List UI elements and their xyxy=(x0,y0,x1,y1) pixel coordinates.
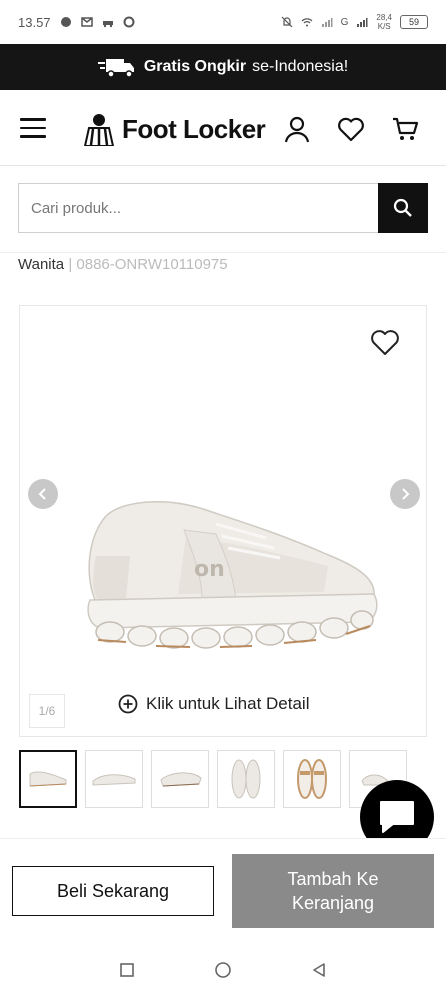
purchase-action-bar: Beli Sekarang Tambah Ke Keranjang xyxy=(0,838,446,940)
chat-bubble-icon xyxy=(380,801,414,833)
buy-now-button[interactable]: Beli Sekarang xyxy=(12,866,214,916)
mute-bell-icon xyxy=(281,16,293,28)
wifi-icon xyxy=(301,18,313,27)
sync-icon xyxy=(123,16,135,28)
promo-bold-text: Gratis Ongkir xyxy=(143,58,247,75)
plus-circle-icon xyxy=(118,694,138,714)
gallery-prev-button[interactable] xyxy=(28,479,58,509)
thumbnail-shoe-angle xyxy=(160,772,202,787)
view-detail-label: Klik untuk Lihat Detail xyxy=(146,694,310,713)
thumbnail-3[interactable] xyxy=(151,750,209,808)
gallery-next-button[interactable] xyxy=(390,479,420,509)
add-to-cart-button[interactable]: Tambah Ke Keranjang xyxy=(232,854,434,928)
search-icon xyxy=(393,198,412,217)
network-speed-value: 28,4 xyxy=(376,13,392,22)
referee-logo-icon xyxy=(83,114,115,146)
thumbnail-2[interactable] xyxy=(85,750,143,808)
product-meta: Wanita | 0886-ONRW10110975 xyxy=(18,256,228,273)
home-icon[interactable] xyxy=(214,961,232,979)
gallery-counter: 1/6 xyxy=(29,694,65,728)
status-time: 13.57 xyxy=(18,14,51,30)
thumbnail-shoe-side-2 xyxy=(92,774,136,786)
thumbnail-shoe-side xyxy=(29,771,67,787)
product-sku: 0886-ONRW10110975 xyxy=(76,256,228,273)
car-icon xyxy=(102,21,113,28)
chevron-right-icon xyxy=(402,488,410,500)
wishlist-heart-icon[interactable] xyxy=(337,115,365,143)
add-to-wishlist-heart-icon[interactable] xyxy=(370,328,400,356)
recent-apps-icon[interactable] xyxy=(119,962,135,978)
cart-icon[interactable] xyxy=(391,115,419,143)
battery-icon: 59 xyxy=(400,15,428,29)
back-icon[interactable] xyxy=(311,962,327,978)
thumbnail-shoe-top xyxy=(231,759,261,799)
thumbnail-5[interactable] xyxy=(283,750,341,808)
network-speed: 28,4 K/S xyxy=(376,13,392,31)
promo-banner[interactable]: Gratis Ongkir se-Indonesia! xyxy=(0,44,446,90)
search-input[interactable] xyxy=(18,183,378,233)
signal-icon xyxy=(321,18,333,27)
gmail-icon xyxy=(80,17,93,27)
gallery-counter-text: 1/6 xyxy=(38,704,56,718)
battery-level: 59 xyxy=(408,17,419,27)
thumbnail-4[interactable] xyxy=(217,750,275,808)
system-navigation-bar xyxy=(0,940,446,1000)
account-icon[interactable] xyxy=(283,115,311,143)
status-bar: 13.57 G 28,4 K/S 59 xyxy=(0,0,446,44)
delivery-truck-icon xyxy=(97,59,134,78)
site-header: Foot Locker xyxy=(0,90,446,166)
network-speed-unit: K/S xyxy=(377,22,391,31)
signal-icon-2 xyxy=(357,18,368,27)
brand-logo[interactable]: Foot Locker xyxy=(80,112,266,146)
thumbnail-1[interactable] xyxy=(19,750,77,808)
meta-separator: | xyxy=(68,256,73,273)
menu-icon[interactable] xyxy=(20,118,46,138)
view-detail-link[interactable]: Klik untuk Lihat Detail xyxy=(118,694,309,714)
product-image-gallery[interactable]: on 1/6 Klik untuk Lihat Detail xyxy=(19,305,427,737)
signal-type: G xyxy=(340,16,349,28)
product-category: Wanita xyxy=(18,256,65,273)
search-bar xyxy=(18,183,428,233)
chevron-left-icon xyxy=(38,488,46,500)
svg-text:on: on xyxy=(194,557,225,582)
brand-name: Foot Locker xyxy=(122,113,266,144)
product-image-shoe: on xyxy=(87,501,378,649)
notification-app-icon xyxy=(60,17,71,27)
promo-rest-text: se-Indonesia! xyxy=(252,58,349,75)
thumbnail-shoe-bottom xyxy=(297,759,327,799)
search-button[interactable] xyxy=(378,183,428,233)
